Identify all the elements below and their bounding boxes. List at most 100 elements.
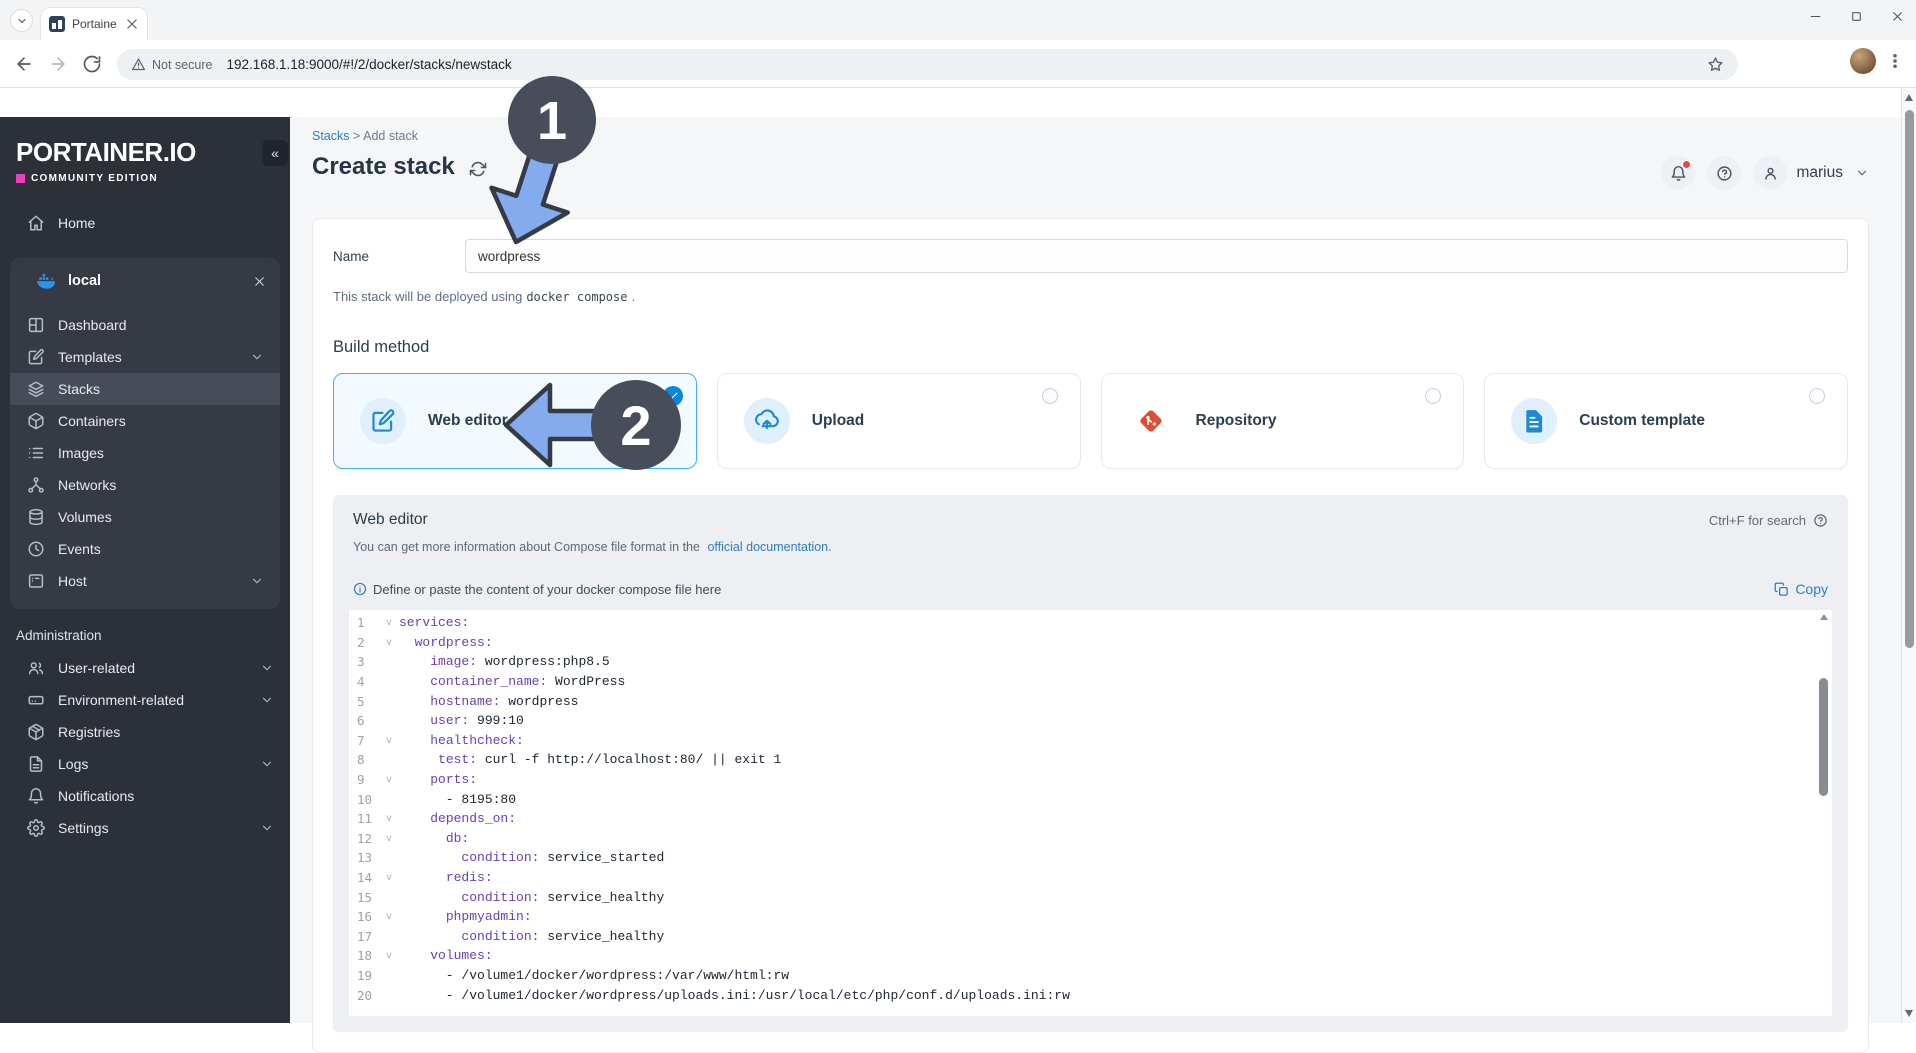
fold-chevron-icon[interactable]: v: [379, 774, 399, 785]
fold-chevron-icon[interactable]: v: [379, 735, 399, 746]
forward-icon[interactable]: [48, 54, 68, 74]
bookmark-star-icon[interactable]: [1707, 56, 1724, 73]
maximize-icon[interactable]: [1850, 10, 1863, 23]
settings-icon: [27, 819, 45, 837]
breadcrumb-stacks-link[interactable]: Stacks: [312, 129, 350, 143]
code-line[interactable]: 17 condition: service_healthy: [349, 927, 1832, 947]
line-number: 6: [357, 713, 365, 729]
code-line[interactable]: 18 v volumes:: [349, 946, 1832, 966]
code-line[interactable]: 11 v depends_on:: [349, 809, 1832, 829]
sidebar-item-home[interactable]: Home: [0, 206, 290, 240]
sidebar-item-settings[interactable]: Settings: [0, 812, 290, 844]
containers-icon: [27, 412, 45, 430]
copy-button[interactable]: Copy: [1774, 581, 1828, 597]
page-title: Create stack: [312, 153, 455, 180]
scroll-down-icon[interactable]: [1905, 1010, 1913, 1017]
method-radio[interactable]: [1041, 388, 1058, 404]
sidebar-item-user-related[interactable]: User-related: [0, 652, 290, 684]
fold-chevron-icon[interactable]: v: [379, 617, 399, 628]
code-line[interactable]: 6 user: 999:10: [349, 711, 1832, 731]
upload-icon: [754, 408, 780, 434]
url-text[interactable]: 192.168.1.18:9000/#!/2/docker/stacks/new…: [226, 57, 511, 72]
code-line[interactable]: 13 condition: service_started: [349, 848, 1832, 868]
sidebar-item-containers[interactable]: Containers: [10, 405, 280, 437]
compose-code-editor[interactable]: 1 v services: 2 v wordpress: 3 image: wordpre…: [349, 610, 1832, 1016]
browser-profile-avatar[interactable]: [1850, 48, 1876, 74]
fold-chevron-icon[interactable]: v: [379, 637, 399, 648]
fold-chevron-icon[interactable]: v: [379, 950, 399, 961]
templates-icon: [27, 348, 45, 366]
code-line[interactable]: 10 - 8195:80: [349, 789, 1832, 809]
fold-chevron-icon[interactable]: v: [379, 872, 399, 883]
code-text: healthcheck:: [430, 732, 524, 748]
search-help-icon[interactable]: [1813, 513, 1828, 528]
code-line[interactable]: 19 - /volume1/docker/wordpress:/var/www/…: [349, 966, 1832, 986]
code-line[interactable]: 4 container_name: WordPress: [349, 672, 1832, 692]
sidebar-item-environment-related[interactable]: Environment-related: [0, 684, 290, 716]
username[interactable]: marius: [1796, 164, 1843, 182]
code-line[interactable]: 3 image: wordpress:php8.5: [349, 652, 1832, 672]
sidebar-item-images[interactable]: Images: [10, 437, 280, 469]
code-line[interactable]: 8 test: curl -f http://localhost:80/ || …: [349, 750, 1832, 770]
sidebar-item-stacks[interactable]: Stacks: [10, 373, 280, 405]
sidebar-item-volumes[interactable]: Volumes: [10, 501, 280, 533]
browser-tab[interactable]: Portaine: [40, 7, 148, 40]
sidebar-item-logs[interactable]: Logs: [0, 748, 290, 780]
sidebar-item-notifications[interactable]: Notifications: [0, 780, 290, 812]
code-line[interactable]: 9 v ports:: [349, 770, 1832, 790]
code-line[interactable]: 14 v redis:: [349, 868, 1832, 888]
editor-scroll-up-icon[interactable]: [1820, 614, 1828, 620]
page-scrollbar[interactable]: [1901, 88, 1916, 1023]
sidebar-item-networks[interactable]: Networks: [10, 469, 280, 501]
sidebar-item-dashboard[interactable]: Dashboard: [10, 309, 280, 341]
tab-close-icon[interactable]: [125, 17, 139, 31]
code-line[interactable]: 7 v healthcheck:: [349, 731, 1832, 751]
scroll-up-icon[interactable]: [1905, 94, 1913, 101]
browser-menu-icon[interactable]: [1886, 51, 1904, 71]
sidebar-item-events[interactable]: Events: [10, 533, 280, 565]
build-method-custom-template[interactable]: Custom template: [1484, 373, 1848, 469]
code-line[interactable]: 15 condition: service_healthy: [349, 887, 1832, 907]
help-button[interactable]: [1707, 156, 1742, 190]
code-line[interactable]: 5 hostname: wordpress: [349, 691, 1832, 711]
volumes-icon: [27, 508, 45, 526]
code-line[interactable]: 12 v db:: [349, 829, 1832, 849]
code-line[interactable]: 20 - /volume1/docker/wordpress/uploads.i…: [349, 985, 1832, 1005]
method-radio[interactable]: [1425, 388, 1442, 404]
window-close-icon[interactable]: [1891, 10, 1904, 23]
build-method-web-editor[interactable]: Web editor: [333, 373, 697, 469]
editor-scrollbar-thumb[interactable]: [1819, 678, 1828, 796]
notifications-button[interactable]: [1661, 156, 1696, 190]
environment-local[interactable]: local: [10, 264, 280, 298]
build-method-upload[interactable]: Upload: [716, 373, 1081, 469]
sidebar-item-registries[interactable]: Registries: [0, 716, 290, 748]
reload-icon[interactable]: [82, 54, 102, 74]
refresh-icon[interactable]: [469, 160, 487, 178]
sidebar-item-host[interactable]: Host: [10, 565, 280, 597]
fold-chevron-icon[interactable]: v: [379, 833, 399, 844]
build-method-repository[interactable]: Repository: [1100, 373, 1465, 469]
editor-scrollbar[interactable]: [1818, 612, 1830, 1014]
minimize-icon[interactable]: [1809, 10, 1822, 23]
method-radio[interactable]: [1809, 388, 1825, 404]
back-icon[interactable]: [14, 54, 34, 74]
code-line[interactable]: 16 v phpmyadmin:: [349, 907, 1832, 927]
fold-chevron-icon[interactable]: v: [379, 813, 399, 824]
environment-close-icon[interactable]: [253, 275, 266, 288]
fold-chevron-icon[interactable]: v: [379, 911, 399, 922]
code-line[interactable]: 2 v wordpress:: [349, 633, 1832, 653]
code-line[interactable]: 1 v services:: [349, 613, 1832, 633]
stack-name-input[interactable]: [465, 239, 1848, 273]
breadcrumb-current: Add stack: [363, 129, 418, 143]
sidebar-item-templates[interactable]: Templates: [10, 341, 280, 373]
page-scrollbar-thumb[interactable]: [1904, 110, 1914, 648]
user-menu-button[interactable]: [1753, 156, 1788, 190]
sidebar-collapse-button[interactable]: «: [262, 140, 288, 166]
user-chevron-down-icon[interactable]: [1855, 166, 1869, 180]
not-secure-label[interactable]: Not secure: [152, 58, 212, 72]
address-bar[interactable]: Not secure 192.168.1.18:9000/#!/2/docker…: [117, 49, 1738, 80]
official-documentation-link[interactable]: official documentation: [707, 540, 828, 554]
tab-search-button[interactable]: [10, 9, 33, 32]
tab-title: Portaine: [72, 17, 117, 31]
deploy-note-code: docker compose: [526, 290, 628, 304]
